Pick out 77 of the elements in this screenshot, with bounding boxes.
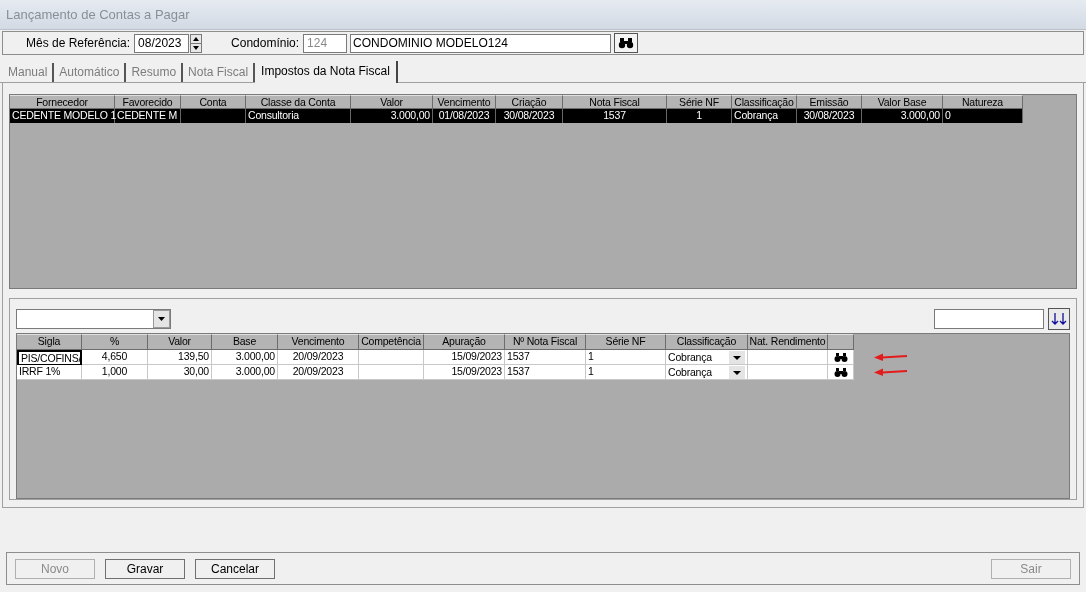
- tab[interactable]: Impostos da Nota Fiscal: [255, 61, 398, 83]
- table-row[interactable]: CEDENTE MODELO 1CEDENTE M Consultoria 3.000,00 01/08/2023 30/08/2023 1537 1 Cobrança 30/08/2023 3.000,00 0: [10, 109, 1023, 123]
- table-cell: 1: [586, 365, 666, 380]
- table-cell: 1537: [563, 109, 667, 123]
- column-header[interactable]: Vencimento: [278, 334, 359, 350]
- table-cell: 30/08/2023: [496, 109, 563, 123]
- table-cell: 20/09/2023: [278, 350, 359, 365]
- search-icon[interactable]: [614, 33, 639, 53]
- column-header[interactable]: Favorecido: [115, 95, 181, 109]
- column-header[interactable]: Fornecedor: [10, 95, 115, 109]
- column-header[interactable]: Conta: [181, 95, 246, 109]
- table-cell: 1,000: [82, 365, 148, 380]
- column-header[interactable]: %: [82, 334, 148, 350]
- table-cell: 3.000,00: [862, 109, 943, 123]
- action-button[interactable]: Cancelar: [195, 558, 275, 579]
- arrow-icon: [874, 368, 908, 376]
- month-label: Mês de Referência:: [26, 35, 131, 52]
- window-title: Lançamento de Contas a Pagar: [6, 5, 190, 24]
- table-cell: 3.000,00: [212, 350, 278, 365]
- caret-icon: [153, 310, 170, 328]
- column-header[interactable]: Classificação: [732, 95, 797, 109]
- column-header[interactable]: Série NF: [586, 334, 666, 350]
- column-header[interactable]: Nº Nota Fiscal: [505, 334, 586, 350]
- search-icon[interactable]: [832, 366, 849, 378]
- header-cell[interactable]: [828, 334, 854, 350]
- table-cell: CEDENTE MODELO 1: [10, 109, 115, 123]
- table-cell: 4,650: [82, 350, 148, 365]
- column-header[interactable]: Apuração: [424, 334, 505, 350]
- column-header[interactable]: Criação: [496, 95, 563, 109]
- table-cell: 3.000,00: [351, 109, 433, 123]
- caret-icon[interactable]: [729, 365, 745, 379]
- table-cell: 1: [586, 350, 666, 365]
- column-header[interactable]: Sigla: [17, 334, 82, 350]
- table-cell: IRRF 1%: [17, 365, 82, 380]
- table-cell: 1537: [505, 350, 586, 365]
- caret-icon[interactable]: [729, 350, 745, 364]
- table-cell: CEDENTE M: [115, 109, 181, 123]
- spin-button-icon[interactable]: [190, 33, 203, 53]
- action-button[interactable]: Gravar: [105, 558, 185, 579]
- column-header[interactable]: Valor: [148, 334, 212, 350]
- column-header[interactable]: Classificação: [666, 334, 748, 350]
- table-cell: 20/09/2023: [278, 365, 359, 380]
- table-cell: 0: [943, 109, 1023, 123]
- tab[interactable]: Manual: [3, 63, 55, 82]
- table-cell: PIS/COFINS/: [17, 350, 82, 365]
- month-field[interactable]: 08/2023: [134, 33, 190, 53]
- sort-down-icon[interactable]: [1048, 308, 1070, 330]
- table-cell: 15/09/2023: [424, 365, 505, 380]
- column-header[interactable]: Classe da Conta: [246, 95, 351, 109]
- table-cell: 15/09/2023: [424, 350, 505, 365]
- filter-dropdown[interactable]: [16, 309, 171, 329]
- column-header[interactable]: Competência: [359, 334, 424, 350]
- condo-label: Condomínio:: [231, 35, 300, 52]
- column-header[interactable]: Nat. Rendimento: [748, 334, 828, 350]
- column-header[interactable]: Valor Base: [862, 95, 943, 109]
- condo-name-field[interactable]: CONDOMINIO MODELO124: [350, 33, 612, 53]
- table-cell: Cobrança: [732, 109, 797, 123]
- column-header[interactable]: Natureza: [943, 95, 1023, 109]
- arrow-icon: [874, 353, 908, 361]
- table-cell: 3.000,00: [212, 365, 278, 380]
- column-header[interactable]: Base: [212, 334, 278, 350]
- search-field[interactable]: [934, 309, 1044, 329]
- column-header[interactable]: Série NF: [667, 95, 732, 109]
- table-cell: Consultoria: [246, 109, 351, 123]
- table-cell: 01/08/2023: [433, 109, 496, 123]
- table-cell: 1: [667, 109, 732, 123]
- table-cell: 139,50: [148, 350, 212, 365]
- tab[interactable]: Resumo: [126, 63, 184, 82]
- column-header[interactable]: Valor: [351, 95, 433, 109]
- search-icon[interactable]: [832, 351, 849, 363]
- table-cell: 30,00: [148, 365, 212, 380]
- column-header[interactable]: Vencimento: [433, 95, 496, 109]
- table-cell: 30/08/2023: [797, 109, 862, 123]
- column-header[interactable]: Emissão: [797, 95, 862, 109]
- tab[interactable]: Automático: [54, 63, 127, 82]
- column-header[interactable]: Nota Fiscal: [563, 95, 667, 109]
- table-cell: 1537: [505, 365, 586, 380]
